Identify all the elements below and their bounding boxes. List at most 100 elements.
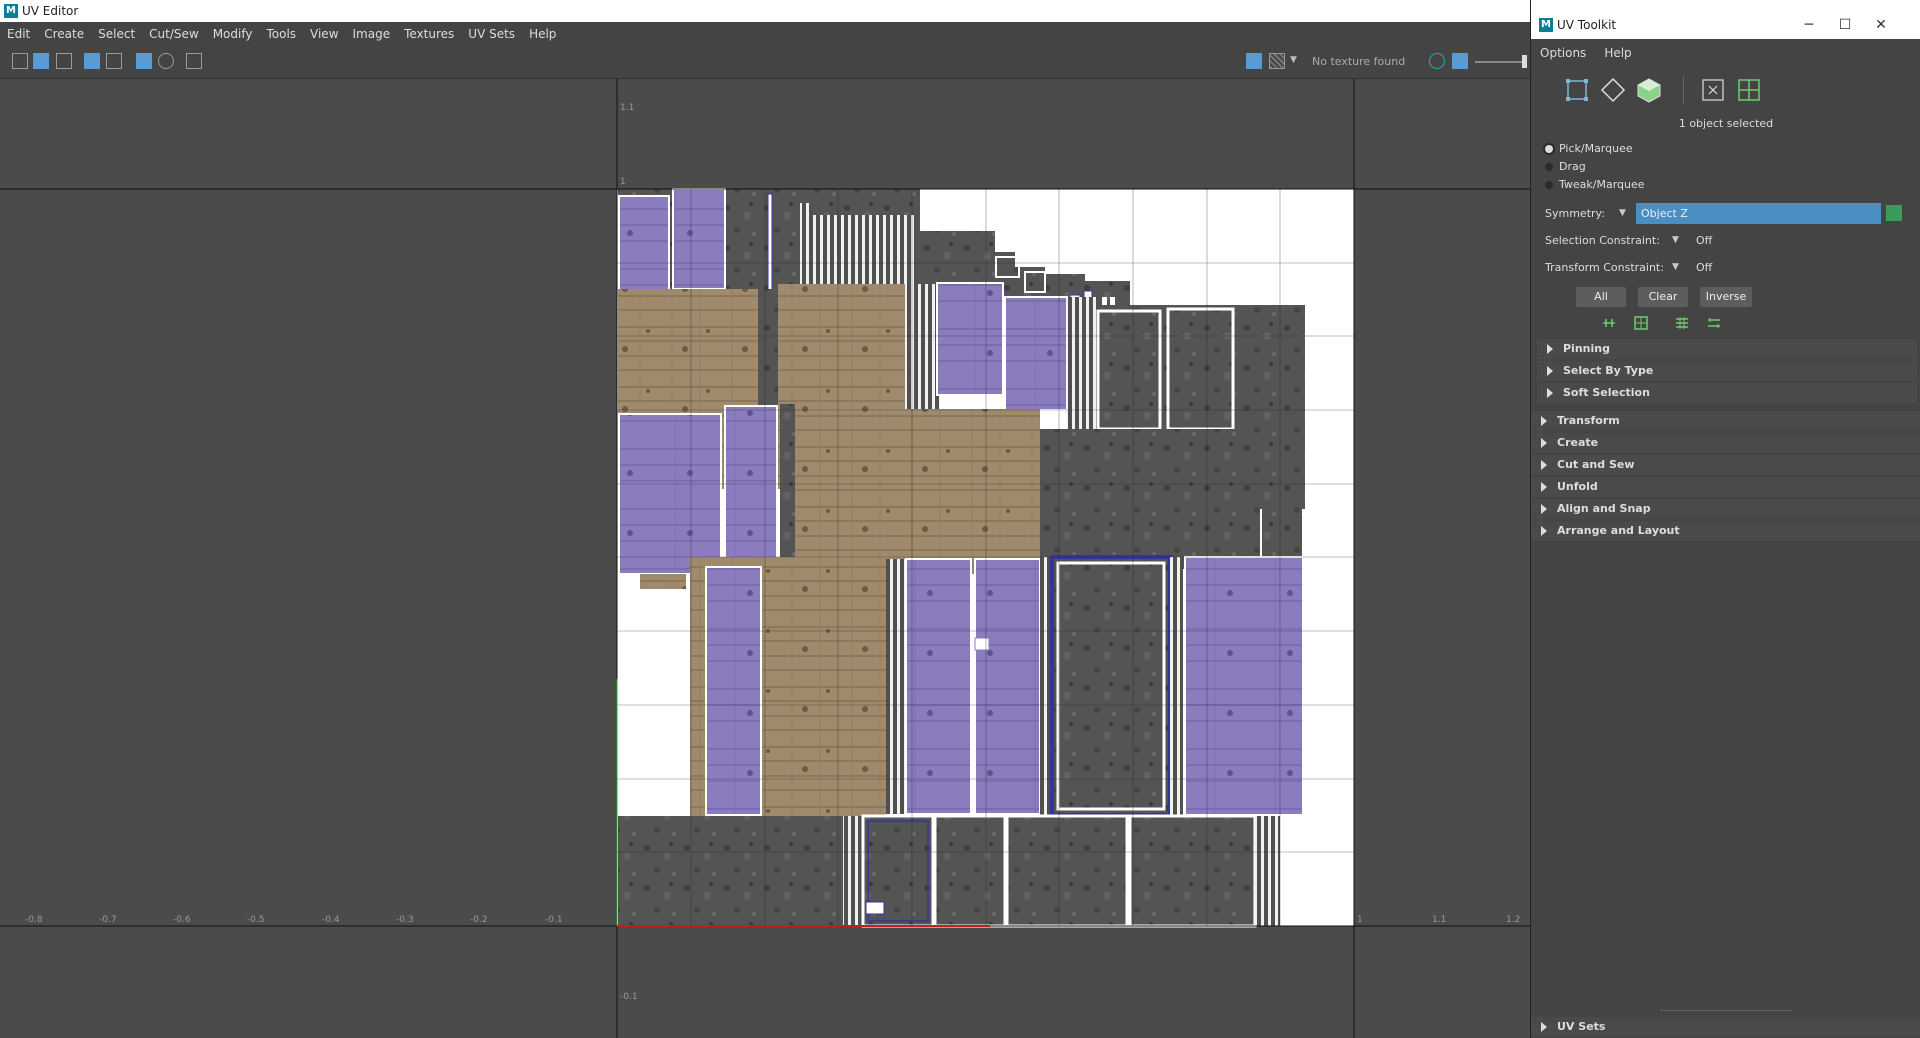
expand-triangle-icon [1541,460,1547,470]
exposure-slider-handle[interactable] [1522,55,1527,68]
menu-create[interactable]: Create [37,22,91,46]
section-create[interactable]: Create [1531,433,1920,453]
shaded-uv-icon[interactable] [56,53,72,69]
shrink-selection-icon[interactable] [1601,315,1617,331]
expand-triangle-icon [1547,366,1553,376]
snapshot-icon[interactable] [186,53,202,69]
section-soft-selection[interactable]: Soft Selection [1537,383,1917,403]
menu-uv-sets[interactable]: UV Sets [461,22,522,46]
checker-map-icon[interactable] [136,53,152,69]
selection-status: 1 object selected [1678,117,1774,130]
expand-triangle-icon [1547,388,1553,398]
menu-edit[interactable]: Edit [0,22,37,46]
axis-label-x: -0.5 [247,915,265,925]
selection-constraint-value[interactable]: Off [1696,234,1712,247]
axis-label-x: 1.1 [1432,915,1447,925]
menu-cut-sew[interactable]: Cut/Sew [142,22,206,46]
section-pinning[interactable]: Pinning [1537,339,1917,359]
chevron-down-icon[interactable]: ▼ [1672,262,1679,272]
uv-transform-icon[interactable] [12,53,28,69]
expand-triangle-icon [1541,504,1547,514]
transform-constraint-value[interactable]: Off [1696,261,1712,274]
minimize-icon[interactable]: ─ [1795,12,1823,39]
section-transform[interactable]: Transform [1531,411,1920,431]
exposure-slider[interactable] [1475,61,1525,63]
uv-viewport[interactable]: -0.8 -0.7 -0.6 -0.5 -0.4 -0.3 -0.2 -0.1 … [0,79,1530,1038]
uv-toolkit-title: UV Toolkit [1557,18,1617,32]
texture-status-text: No texture found [1312,55,1406,68]
axis-label-x: -0.3 [396,915,414,925]
uv-grid-mode-icon[interactable] [1735,76,1763,104]
menu-tools[interactable]: Tools [259,22,303,46]
toolkit-menu-help[interactable]: Help [1595,42,1640,64]
section-cut-and-sew[interactable]: Cut and Sew [1531,455,1920,475]
mode-pick-marquee[interactable]: Pick/Marquee [1545,142,1633,155]
section-arrange-and-layout[interactable]: Arrange and Layout [1531,521,1920,541]
axis-label-x: -0.6 [173,915,191,925]
axis-label-x: -0.2 [470,915,488,925]
section-align-and-snap-label: Align and Snap [1557,502,1651,515]
section-pinning-label: Pinning [1563,342,1610,355]
section-unfold[interactable]: Unfold [1531,477,1920,497]
toolbar-divider [1683,76,1684,104]
section-align-and-snap[interactable]: Align and Snap [1531,499,1920,519]
select-all-button[interactable]: All [1576,287,1626,307]
expand-triangle-icon [1541,1022,1547,1032]
menu-modify[interactable]: Modify [206,22,260,46]
section-select-by-type[interactable]: Select By Type [1537,361,1917,381]
mode-drag[interactable]: Drag [1545,160,1586,173]
axis-label-y: 1 [620,177,626,187]
radio-selected-icon [1545,145,1553,153]
axis-label-x: 1 [1357,915,1363,925]
refresh-icon[interactable] [1429,53,1445,69]
isolate-select-icon[interactable] [33,53,49,69]
select-edge-loop-icon[interactable] [1706,315,1722,331]
menu-view[interactable]: View [303,22,345,46]
image-display-icon[interactable] [1452,53,1468,69]
chevron-down-icon[interactable]: ▼ [1290,55,1297,65]
uv-toolkit-titlebar: M UV Toolkit [1531,12,1920,39]
expand-triangle-icon [1541,526,1547,536]
section-select-by-type-label: Select By Type [1563,364,1654,377]
axis-label-x: -0.1 [545,915,563,925]
distortion-icon[interactable] [158,53,174,69]
chevron-down-icon[interactable]: ▼ [1619,208,1626,218]
grow-selection-icon[interactable] [1633,315,1649,331]
menu-help[interactable]: Help [522,22,563,46]
grid-display-icon[interactable] [84,53,100,69]
panel-resize-handle[interactable] [1661,1010,1791,1011]
menu-textures[interactable]: Textures [397,22,461,46]
toolkit-menu-options[interactable]: Options [1531,42,1595,64]
mode-drag-label: Drag [1559,160,1586,173]
section-transform-label: Transform [1557,414,1620,427]
maya-logo-icon: M [1539,18,1553,32]
uv-edge-mode-icon[interactable] [1599,76,1627,104]
uv-face-mode-icon[interactable] [1635,76,1663,104]
symmetry-pick-icon[interactable] [1886,205,1902,221]
maximize-icon[interactable]: ☐ [1831,12,1859,39]
uv-vertex-mode-icon[interactable] [1699,76,1727,104]
axis-label-y: 1.1 [620,103,635,113]
close-icon[interactable]: ✕ [1867,12,1895,39]
uv-shell-mode-icon[interactable] [1563,76,1591,104]
section-uv-sets[interactable]: UV Sets [1531,1017,1920,1037]
section-soft-selection-label: Soft Selection [1563,386,1650,399]
uv-editor-titlebar: M UV Editor [0,0,1530,22]
clear-button[interactable]: Clear [1638,287,1688,307]
inverse-button[interactable]: Inverse [1700,287,1752,307]
section-uv-sets-label: UV Sets [1557,1020,1606,1033]
mode-tweak-marquee[interactable]: Tweak/Marquee [1545,178,1645,191]
menu-image[interactable]: Image [346,22,398,46]
checker-icon[interactable] [1269,53,1285,69]
uv-grid-icon[interactable] [106,53,122,69]
section-create-label: Create [1557,436,1599,449]
axis-label-y: -0.1 [620,992,638,1002]
display-image-icon[interactable] [1246,53,1262,69]
maya-logo-icon: M [4,4,18,18]
menu-select[interactable]: Select [91,22,142,46]
uv-editor-title: UV Editor [22,4,79,18]
chevron-down-icon[interactable]: ▼ [1672,235,1679,245]
select-shell-border-icon[interactable] [1674,315,1690,331]
symmetry-label: Symmetry: [1545,207,1605,220]
symmetry-field[interactable]: Object Z [1636,203,1881,224]
